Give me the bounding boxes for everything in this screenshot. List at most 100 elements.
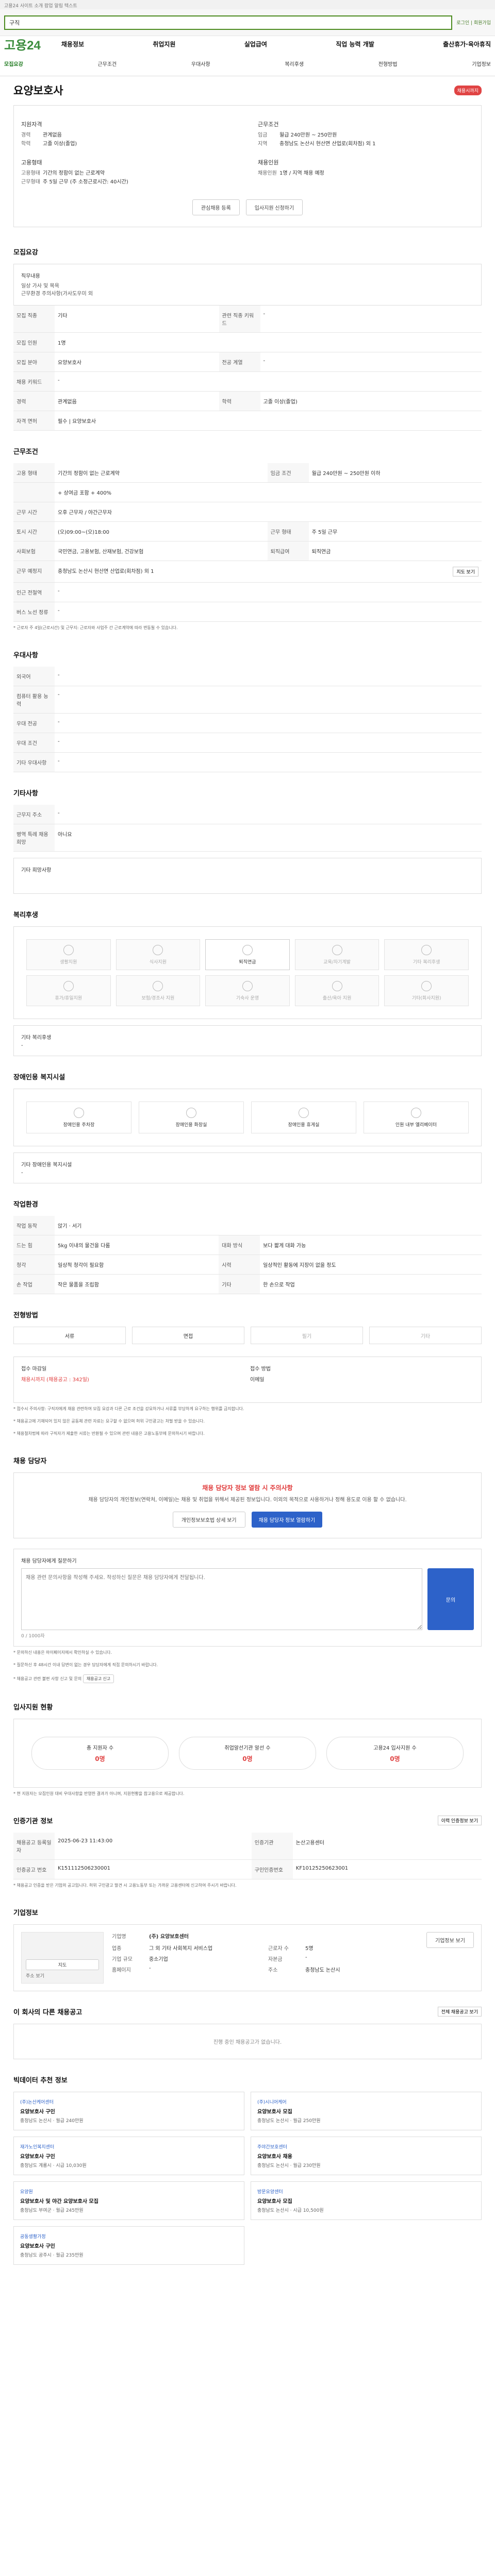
table-value: 고졸 이상(졸업) xyxy=(260,391,482,411)
logo[interactable]: 고용24 xyxy=(4,35,41,53)
stat-item: 취업알선기관 알선 수 0명 xyxy=(179,1737,316,1770)
related-section: 이 회사의 다른 채용공고 전체 채용공고 보기 진행 중인 채용공고가 없습니다… xyxy=(13,1991,482,2059)
preferences-table: 외국어 - 컴퓨터 활용 능력 - 우대 전공 - 우대 조건 - 기타 우대사항 - xyxy=(13,667,482,772)
search-input[interactable]: 구직 xyxy=(4,15,453,30)
recommend-meta: 충청남도 논산시 · 월급 250만원 xyxy=(257,2119,321,2124)
table-value: 주 5일 근무 xyxy=(308,521,482,541)
summary-key: 고용형태 xyxy=(21,171,40,176)
summary-value: 충청남도 논산시 현산면 산업로(회차점) 외 1 xyxy=(279,141,376,147)
tab-process[interactable]: 전형방법 xyxy=(378,60,398,67)
recommend-card[interactable]: 공동생활가정 요양보호사 구인 충청남도 공주시 · 월급 235만원 xyxy=(13,2226,244,2265)
view-contact-button[interactable]: 채용 담당자 정보 열람하기 xyxy=(251,1512,323,1528)
deadline-value: 채용시까지 (채용공고 : 342일) xyxy=(21,1377,89,1383)
company-map-button[interactable]: 지도 xyxy=(26,1959,99,1970)
tab-recruit[interactable]: 모집요강 xyxy=(4,60,23,67)
table-value: - xyxy=(55,371,482,392)
welfare-label: 교육/자기계발 xyxy=(323,959,351,965)
table-value: 기타 xyxy=(55,306,219,333)
company-key: 홈페이지 xyxy=(112,1968,131,1973)
recommend-card[interactable]: 방문요양센터 요양보호사 모집 충청남도 논산시 · 시급 10,500원 xyxy=(251,2181,482,2220)
welfare-extra-box: 기타 복리후생 - xyxy=(13,1025,482,1056)
company-map: 지도 주소 보기 xyxy=(21,1932,104,1984)
section-heading: 우대사항 xyxy=(13,652,38,659)
map-button[interactable]: 지도 보기 xyxy=(453,567,478,577)
tab-preferences[interactable]: 우대사항 xyxy=(191,60,210,67)
disability-box: 장애인용 주차장 장애인용 화장실 장애인용 휴게실 인원 내부 엘리베이터 xyxy=(13,1089,482,1146)
company-detail-button[interactable]: 기업정보 보기 xyxy=(426,1932,474,1948)
table-key: 전공 계열 xyxy=(219,352,260,372)
process-box: 접수 마감일 채용시까지 (채용공고 : 342일) 접수 방법 이메일 xyxy=(13,1357,482,1403)
summary-row: 지역 충청남도 논산시 현산면 산업로(회차점) 외 1 xyxy=(258,139,474,147)
recruit-section: 모집요강 직무내용 일상 가사 및 목욕 근무환경 주의사항(가사도우미 외 모… xyxy=(13,231,482,431)
facility-label: 인원 내부 엘리베이터 xyxy=(395,1122,437,1128)
nav-item[interactable]: 출산휴가·육아휴직 xyxy=(443,40,491,48)
privacy-detail-button[interactable]: 개인정보보호법 상세 보기 xyxy=(172,1512,245,1528)
recommend-section: 빅데이터 추천 정보 (주)논산케어센터 요양보호사 구인 충청남도 논산시 · 월… xyxy=(13,2059,482,2265)
tab-welfare[interactable]: 복리후생 xyxy=(285,60,304,67)
summary-value: 주 5일 근무 (주 소정근로시간: 40시간) xyxy=(43,179,128,185)
stat-value: 0명 xyxy=(390,1755,400,1762)
table-row: 사회보험 국민연금, 고용보험, 산재보험, 건강보험 퇴직급여 퇴직연금 xyxy=(13,541,482,561)
contact-section: 채용 담당자 채용 담당자 정보 열람 시 주의사항 채용 담당자의 개인정보(… xyxy=(13,1440,482,1686)
welfare-item: 교육/자기계발 xyxy=(294,939,380,970)
table-key: 구인인증번호 xyxy=(251,1859,293,1879)
summary-value: 관계없음 xyxy=(43,132,62,138)
summary-value: 월급 240만원 ~ 250만원 xyxy=(279,132,337,138)
table-key: 병역 특례 채용 희망 xyxy=(13,824,55,852)
recommend-title: 요양보호사 모집 xyxy=(257,2109,292,2115)
recommend-card[interactable]: (주)시니어케어요양보호사 모집충청남도 논산시 · 월급 250만원 xyxy=(251,2092,482,2130)
contact-alert-text: 채용 담당자의 개인정보(연락처, 이메일)는 채용 및 취업을 위해서 제공된… xyxy=(88,1497,407,1503)
table-value: 아니요 xyxy=(55,824,482,852)
welfare-icon xyxy=(332,980,342,991)
related-all-button[interactable]: 전체 채용공고 보기 xyxy=(437,2007,482,2016)
recommend-card[interactable]: 주야간보호센터 요양보호사 채용 충청남도 논산시 · 월급 230만원 xyxy=(251,2137,482,2175)
contact-note: * 질문하신 후 48시간 이내 답변이 없는 경우 담당자에게 직접 문의하시… xyxy=(13,1663,158,1667)
company-map-label: 주소 보기 xyxy=(26,1974,44,1979)
table-row: + 상여금 포함 + 400% xyxy=(13,482,482,502)
welfare-icon xyxy=(153,980,163,991)
inquiry-textarea[interactable] xyxy=(21,1568,422,1630)
summary-key: 근무형태 xyxy=(21,179,40,185)
recommend-company: (주)논산케어센터 xyxy=(20,2100,54,2105)
report-button[interactable]: 채용공고 신고 xyxy=(82,1674,114,1683)
apply-button[interactable]: 입사지원 신청하기 xyxy=(245,199,303,215)
table-key: 드는 힘 xyxy=(13,1235,55,1255)
welfare-item: 기타(회사지원) xyxy=(384,975,469,1006)
summary-value: 고졸 이상(졸업) xyxy=(43,141,77,147)
search-bar: 구직 로그인 | 회원가입 xyxy=(0,9,495,36)
summary-row: 근무형태 주 5일 근무 (주 소정근로시간: 40시간) xyxy=(21,177,237,185)
welfare-item: 기숙사 운영 xyxy=(205,975,290,1006)
table-value: 오후 근무자 / 야간근무자 xyxy=(55,502,482,522)
recommend-company: (주)시니어케어 xyxy=(257,2100,287,2105)
table-value: 요양보호사 xyxy=(55,352,219,372)
table-key: 근무 예정지 xyxy=(13,561,55,583)
save-job-button[interactable]: 관심채용 등록 xyxy=(192,199,240,215)
disability-extra-label: 기타 장애인용 복지시설 xyxy=(21,1162,72,1168)
nav-item[interactable]: 취업지원 xyxy=(153,40,175,48)
table-row: 우대 전공 - xyxy=(13,713,482,733)
company-grid: 업종 그 외 기타 사회복지 서비스업 근로자 수 5명 기업 규모 중소기업 자본금 - … xyxy=(112,1944,418,1973)
nav-item[interactable]: 채용정보 xyxy=(61,40,84,48)
applicants-section: 입사지원 현황 총 지원자 수 0명 취업알선기관 알선 수 0명 고용24 입사지… xyxy=(13,1686,482,1800)
welfare-item: 생활지원 xyxy=(26,939,111,970)
tab-company[interactable]: 기업정보 xyxy=(472,60,491,67)
login-links[interactable]: 로그인 | 회원가입 xyxy=(456,19,491,26)
table-value: 논산고용센터 xyxy=(292,1833,482,1860)
inquiry-submit-button[interactable]: 문의 xyxy=(427,1568,474,1630)
summary-heading: 근무조건 xyxy=(258,121,279,128)
company-name-label: 기업명 xyxy=(112,1934,126,1940)
recommend-meta: 충청남도 공주시 · 월급 235만원 xyxy=(20,2253,84,2258)
conditions-table: 고용 형태 기간의 정함이 없는 근로계약 임금 조건 월급 240만원 ~ 250만… xyxy=(13,463,482,622)
nav-item[interactable]: 실업급여 xyxy=(244,40,267,48)
tab-conditions[interactable]: 근무조건 xyxy=(97,60,117,67)
nav-item[interactable]: 직업 능력 개발 xyxy=(336,40,374,48)
recommend-meta: 충청남도 계룡시 · 시급 10,030원 xyxy=(20,2163,87,2168)
address-text: 충청남도 논산시 현산면 산업로(회차점) 외 1 xyxy=(58,569,154,574)
footer-space xyxy=(0,2265,495,2280)
recommend-card[interactable]: (주)논산케어센터 요양보호사 구인 충청남도 논산시 · 월급 240만원 xyxy=(13,2092,244,2130)
deadline-block: 접수 마감일 채용시까지 (채용공고 : 342일) xyxy=(21,1364,245,1395)
recommend-card[interactable]: 재가노인복지센터 요양보호사 구인 충청남도 계룡시 · 시급 10,030원 xyxy=(13,2137,244,2175)
agency-more-button[interactable]: 이력 인증정보 보기 xyxy=(437,1816,482,1825)
stat-label: 고용24 입사지원 수 xyxy=(373,1745,417,1751)
recommend-card[interactable]: 요양원 요양보호사 및 야간 요양보호사 모집 충청남도 부여군 · 월급 245만… xyxy=(13,2181,244,2220)
